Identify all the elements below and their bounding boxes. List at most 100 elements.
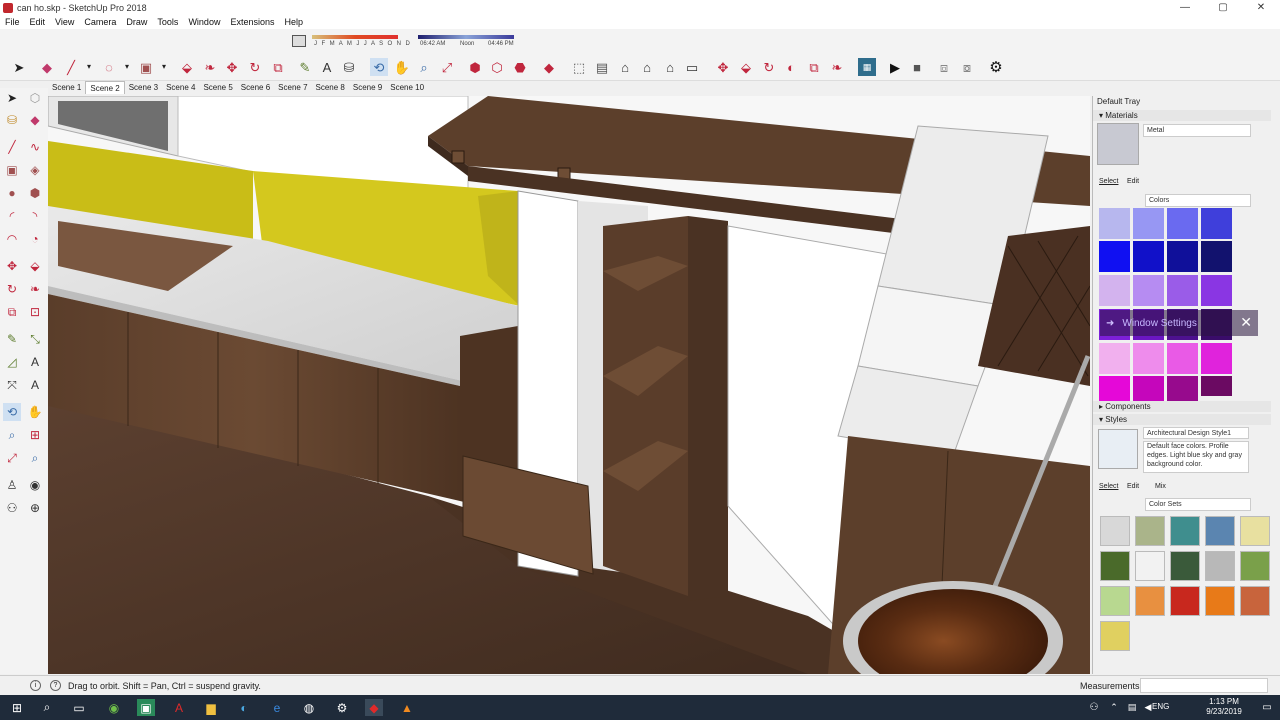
tab-scene-2[interactable]: Scene 2	[85, 81, 125, 94]
menu-camera[interactable]: Camera	[79, 15, 121, 29]
front-view-icon[interactable]: ⌂	[616, 58, 634, 76]
sketchup-taskbar-icon[interactable]: ▣	[137, 699, 155, 716]
line-tool-icon[interactable]: ╱	[62, 58, 80, 76]
minimize-button[interactable]: —	[1166, 0, 1204, 15]
tab-scene-8[interactable]: Scene 8	[312, 81, 349, 94]
notification-icon[interactable]: ▭	[1258, 699, 1276, 716]
people-icon[interactable]: ⚇	[1085, 699, 1103, 716]
tab-edit[interactable]: Edit	[1127, 483, 1139, 490]
chevron-down-icon[interactable]: ▾	[118, 58, 136, 76]
chat-icon[interactable]: ◐	[235, 699, 253, 716]
tab-scene-3[interactable]: Scene 3	[125, 81, 162, 94]
tape-measure-icon[interactable]: ✎	[296, 58, 314, 76]
style-thumbnail[interactable]	[1240, 551, 1270, 581]
close-button[interactable]: ✕	[1242, 0, 1280, 15]
eraser-tool-icon[interactable]: ◆	[26, 111, 44, 129]
zoom-tool-icon[interactable]: ⌕	[3, 426, 21, 444]
scene-prev-icon[interactable]: ⧈	[935, 58, 953, 76]
color-swatch[interactable]	[1133, 343, 1164, 374]
color-swatch[interactable]	[1201, 208, 1232, 239]
geo-location-icon[interactable]: i	[30, 680, 41, 691]
color-swatch[interactable]	[1099, 343, 1130, 374]
text-tool-icon[interactable]: A	[318, 58, 336, 76]
style-thumbnail[interactable]	[1135, 586, 1165, 616]
color-swatch[interactable]	[1099, 241, 1130, 272]
paint-bucket-icon[interactable]: ⛁	[3, 111, 21, 129]
line-tool-icon[interactable]: ╱	[3, 138, 21, 156]
pie-tool-icon[interactable]: ◔	[26, 230, 44, 248]
menu-view[interactable]: View	[50, 15, 79, 29]
menu-window[interactable]: Window	[183, 15, 225, 29]
zoom-extents-icon[interactable]: ⤢	[438, 58, 456, 76]
round-corner-icon[interactable]: ◐	[782, 58, 800, 76]
tab-scene-9[interactable]: Scene 9	[349, 81, 386, 94]
tab-edit[interactable]: Edit	[1127, 178, 1139, 185]
menu-extensions[interactable]: Extensions	[225, 15, 279, 29]
zalo-icon[interactable]: ◍	[300, 699, 318, 716]
scale-tool-icon[interactable]: ⧉	[269, 58, 287, 76]
task-view-icon[interactable]: ▭	[70, 699, 88, 716]
menu-draw[interactable]: Draw	[121, 15, 152, 29]
color-swatch[interactable]	[1133, 241, 1164, 272]
pan-tool-icon[interactable]: ✋	[393, 58, 411, 76]
ruby-icon[interactable]: ◆	[540, 58, 558, 76]
select-tool-icon[interactable]: ➤	[3, 89, 21, 107]
color-swatch[interactable]	[1099, 275, 1130, 306]
style-thumbnail[interactable]	[1135, 551, 1165, 581]
look-around-icon[interactable]: ◉	[26, 476, 44, 494]
follow-me-tool-icon[interactable]: ❧	[201, 58, 219, 76]
tab-scene-5[interactable]: Scene 5	[199, 81, 236, 94]
color-swatch[interactable]	[1201, 241, 1232, 272]
style-thumbnail[interactable]	[1100, 621, 1130, 651]
axes-tool-icon[interactable]: ⤧	[3, 376, 21, 394]
style-thumbnail[interactable]	[1240, 516, 1270, 546]
menu-file[interactable]: File	[0, 15, 25, 29]
style-thumbnail[interactable]	[1170, 551, 1200, 581]
freehand-tool-icon[interactable]: ◌	[100, 58, 118, 76]
iso-view-icon[interactable]: ⬚	[570, 58, 588, 76]
extension-warehouse-icon[interactable]: ⬣	[511, 58, 529, 76]
previous-view-icon[interactable]: ⌕	[26, 449, 44, 467]
style-thumbnail[interactable]	[1100, 516, 1130, 546]
style-thumbnail[interactable]	[1170, 516, 1200, 546]
push-pull-tool-icon[interactable]: ⬙	[178, 58, 196, 76]
move-edge-icon[interactable]: ✥	[714, 58, 732, 76]
offset-tool-icon[interactable]: ⊡	[26, 303, 44, 321]
rotate-tool-icon[interactable]: ↻	[3, 280, 21, 298]
close-icon[interactable]: ✕	[1240, 314, 1252, 331]
paint-bucket-icon[interactable]: ⛁	[340, 58, 358, 76]
time-slider[interactable]	[418, 35, 514, 39]
dimension-tool-icon[interactable]: ⤡	[26, 330, 44, 348]
shadow-toggle-icon[interactable]	[292, 35, 306, 47]
measurements-input[interactable]	[1140, 678, 1268, 693]
tab-scene-6[interactable]: Scene 6	[237, 81, 274, 94]
polygon-tool-icon[interactable]: ⬢	[26, 184, 44, 202]
menu-help[interactable]: Help	[279, 15, 308, 29]
acrobat-icon[interactable]: A	[170, 699, 188, 716]
tab-scene-1[interactable]: Scene 1	[48, 81, 85, 94]
play-icon[interactable]: ▶	[886, 58, 904, 76]
orbit-tool-icon[interactable]: ⟲	[370, 58, 388, 76]
color-swatch[interactable]	[1167, 241, 1198, 272]
move-tool-icon[interactable]: ✥	[223, 58, 241, 76]
top-view-icon[interactable]: ▤	[593, 58, 611, 76]
style-thumbnail[interactable]	[1205, 516, 1235, 546]
color-swatch[interactable]	[1133, 208, 1164, 239]
styles-header[interactable]: ▾ Styles	[1093, 414, 1271, 425]
text-tool-icon[interactable]: A	[26, 353, 44, 371]
tab-scene-10[interactable]: Scene 10	[386, 81, 428, 94]
freehand-tool-icon[interactable]: ∿	[26, 138, 44, 156]
orbit-tool-icon[interactable]: ⟲	[3, 403, 21, 421]
push-pull-tool-icon[interactable]: ⬙	[26, 257, 44, 275]
scene-next-icon[interactable]: ⧇	[958, 58, 976, 76]
search-icon[interactable]: ⌕	[38, 699, 56, 716]
menu-edit[interactable]: Edit	[25, 15, 51, 29]
tab-scene-4[interactable]: Scene 4	[162, 81, 199, 94]
tab-scene-7[interactable]: Scene 7	[274, 81, 311, 94]
gear-icon[interactable]: ⚙	[987, 58, 1005, 76]
arc-tool-icon[interactable]: ◜	[3, 207, 21, 225]
rotate-edge-icon[interactable]: ↻	[760, 58, 778, 76]
maximize-button[interactable]: ▢	[1204, 0, 1242, 15]
left-view-icon[interactable]: ▭	[683, 58, 701, 76]
three-point-arc-icon[interactable]: ◠	[3, 230, 21, 248]
